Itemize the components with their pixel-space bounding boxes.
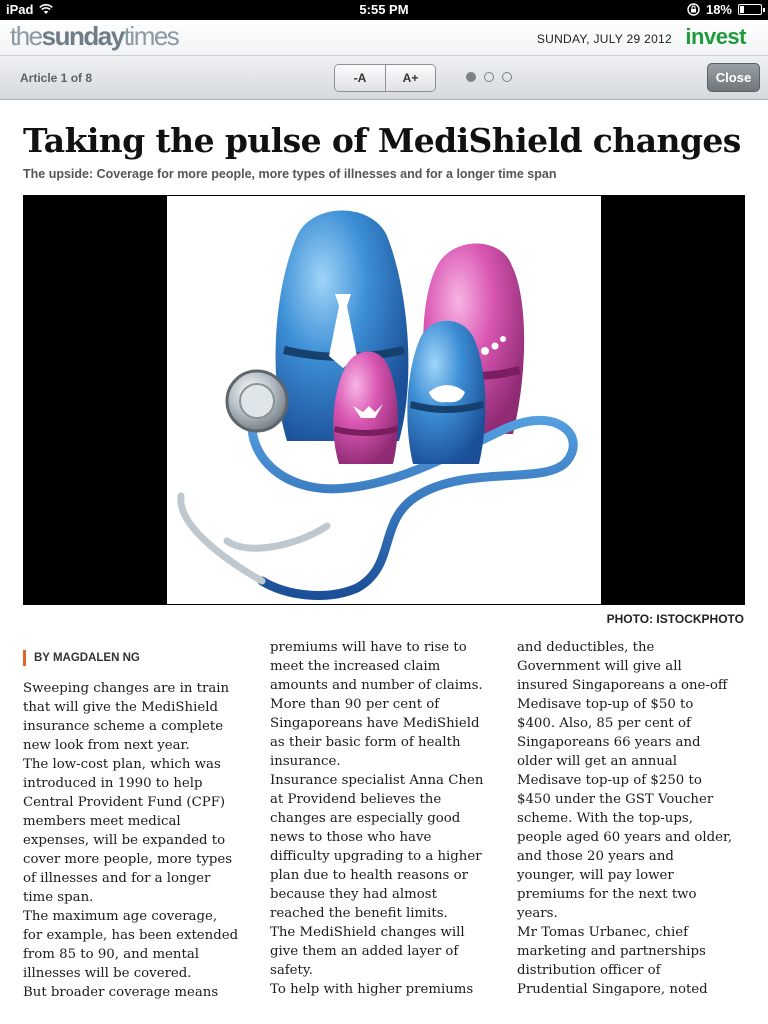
battery-percent: 18% bbox=[705, 2, 732, 17]
article-column-3: and deductibles, the Government will giv… bbox=[517, 640, 733, 997]
clock: 5:55 PM bbox=[359, 2, 409, 17]
page-dot[interactable] bbox=[466, 72, 476, 82]
byline: BY MAGDALEN NG bbox=[23, 650, 140, 666]
article-photo bbox=[23, 195, 745, 605]
nesting-dolls-stethoscope-illustration bbox=[177, 210, 578, 600]
article-counter: Article 1 of 8 bbox=[20, 71, 93, 85]
article-column-2: premiums will have to rise to meet the i… bbox=[270, 640, 484, 997]
article-headline: Taking the pulse of MediShield changes bbox=[23, 121, 741, 160]
decrease-font-button[interactable]: -A bbox=[335, 65, 385, 91]
edition-date: SUNDAY, JULY 29 2012 bbox=[536, 32, 672, 46]
close-button[interactable]: Close bbox=[707, 63, 760, 92]
logo: thesundaytimes bbox=[10, 21, 180, 51]
masthead: thesundaytimes SUNDAY, JULY 29 2012 inve… bbox=[0, 20, 768, 56]
page-dot[interactable] bbox=[502, 72, 512, 82]
photo-credit: PHOTO: ISTOCKPHOTO bbox=[606, 612, 744, 626]
article-column-1: Sweeping changes are in train that will … bbox=[23, 681, 239, 1000]
page-indicator[interactable] bbox=[466, 72, 512, 82]
page-dot[interactable] bbox=[484, 72, 494, 82]
status-bar: iPad 5:55 PM 18% bbox=[0, 0, 768, 20]
article-toolbar: Article 1 of 8 -A A+ Close bbox=[0, 56, 768, 100]
increase-font-button[interactable]: A+ bbox=[385, 65, 435, 91]
battery-icon bbox=[738, 4, 765, 15]
font-size-controls: -A A+ bbox=[334, 64, 436, 92]
section-name: invest bbox=[685, 24, 746, 49]
rotation-lock-icon bbox=[687, 3, 700, 16]
article-subhead: The upside: Coverage for more people, mo… bbox=[23, 167, 557, 181]
